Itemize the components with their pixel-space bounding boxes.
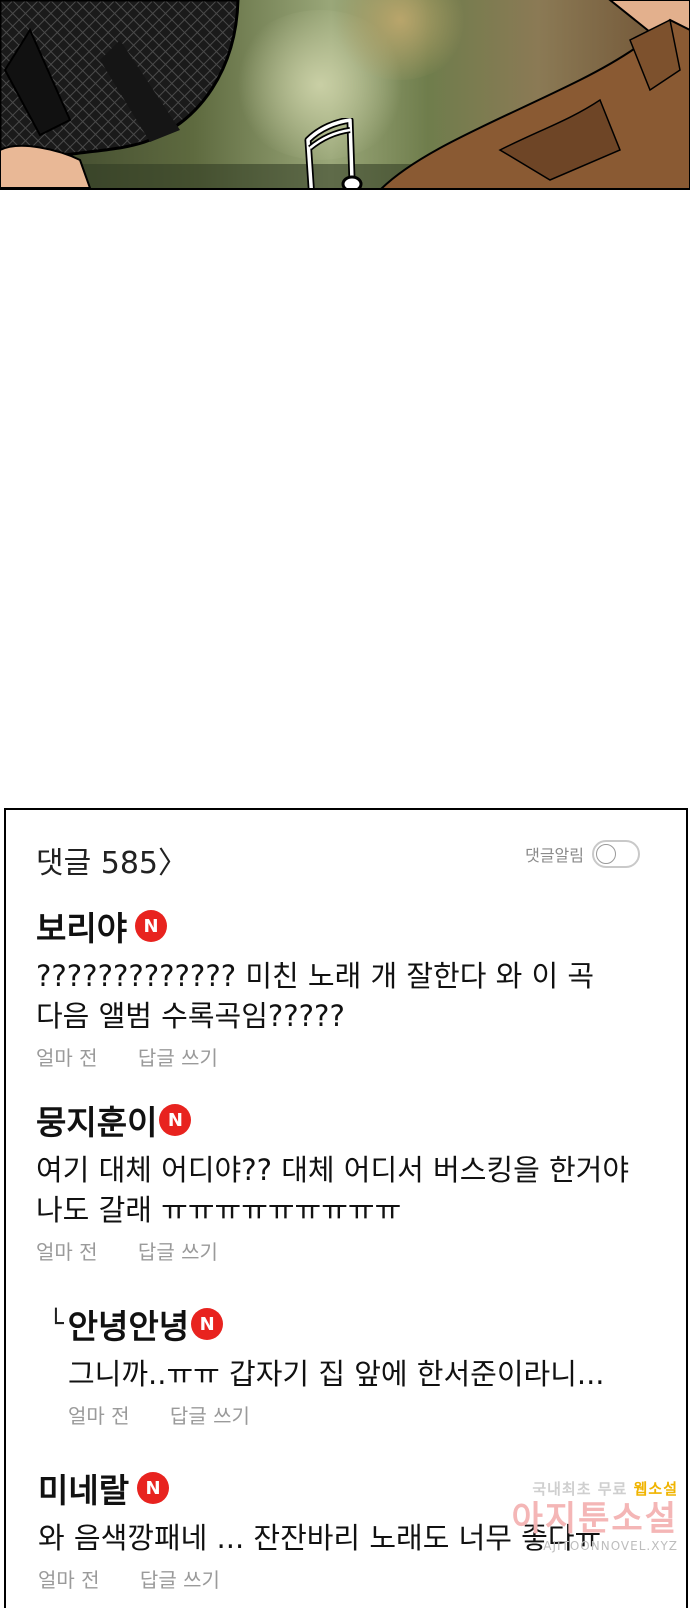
microphone-illustration [0,0,240,189]
comment-text: ????????????? 미친 노래 개 잘한다 와 이 곡 다음 앨범 수록… [36,959,595,1033]
new-badge-icon: N [135,910,168,942]
comment-text: 그니까..ㅠㅠ 갑자기 집 앞에 한서준이라니... [68,1357,605,1391]
reply-button[interactable]: 답글 쓰기 [170,1404,250,1428]
comment-time: 얼마 전 [68,1404,130,1428]
character-illustration [380,0,690,190]
reply-button[interactable]: 답글 쓰기 [138,1240,218,1264]
watermark-main: 아지툰소설 [511,1499,678,1539]
toggle-knob [596,844,616,864]
comment-text: 여기 대체 어디야?? 대체 어디서 버스킹을 한거야 나도 갈래 ㅠㅠㅠㅠㅠㅠ… [36,1153,630,1227]
comment-author[interactable]: 안녕안녕 [68,1300,189,1348]
comments-count-link[interactable]: 댓글 585〉 [36,838,188,882]
new-badge-icon: N [191,1308,224,1340]
comment-time: 얼마 전 [36,1240,98,1264]
comment-author[interactable]: 뭉지훈이 [36,1096,157,1144]
reply-button[interactable]: 답글 쓰기 [138,1046,218,1070]
reply-button[interactable]: 답글 쓰기 [140,1568,220,1592]
comic-panel [0,0,690,190]
watermark-highlight: 웹소설 [633,1480,678,1498]
panel-border [0,188,690,190]
reply-item: └ 안녕안녕 N 그니까..ㅠㅠ 갑자기 집 앞에 한서준이라니... 얼마 전… [48,1300,686,1429]
comment-author[interactable]: 미네랄 [38,1464,129,1512]
comment-time: 얼마 전 [36,1046,98,1070]
notify-label: 댓글알림 [525,846,584,865]
comment-time: 얼마 전 [38,1568,100,1592]
music-note-icon [304,118,363,190]
comment-notify: 댓글알림 [525,840,640,868]
comment-item: 보리야 N ????????????? 미친 노래 개 잘한다 와 이 곡 다음… [36,902,686,1071]
comment-author[interactable]: 보리야 [36,902,127,950]
watermark-sub: AJITOONNOVEL.XYZ [543,1539,678,1553]
comment-item: 뭉지훈이 N 여기 대체 어디야?? 대체 어디서 버스킹을 한거야 나도 갈래… [36,1096,686,1265]
site-watermark: 국내최초 무료 웹소설 아지툰소설 AJITOONNOVEL.XYZ [468,1478,678,1553]
notify-toggle[interactable] [592,840,640,868]
reply-indent-icon: └ [48,1309,64,1339]
new-badge-icon: N [159,1104,192,1136]
watermark-top: 국내최초 무료 [532,1480,628,1498]
new-badge-icon: N [137,1472,170,1504]
